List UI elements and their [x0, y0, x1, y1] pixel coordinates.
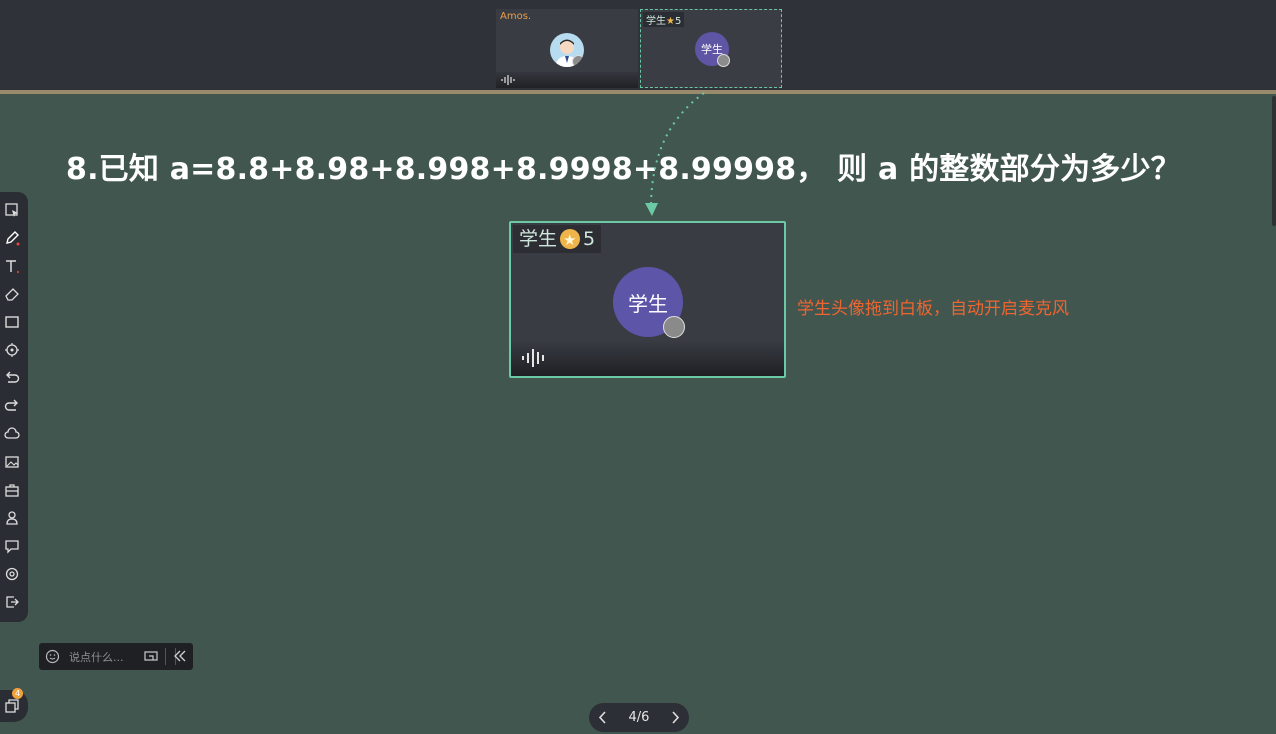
rectangle-icon[interactable]: [4, 314, 20, 330]
student-tile-stars: 5: [674, 16, 682, 27]
mic-off-icon: [663, 316, 685, 338]
audio-wave-icon: [501, 75, 515, 85]
redo-icon[interactable]: [4, 398, 20, 414]
settings-icon[interactable]: [4, 566, 20, 582]
laser-pointer-icon[interactable]: [4, 342, 20, 358]
student-tile-name-text: 学生: [646, 16, 666, 27]
toolbox-icon[interactable]: [4, 482, 20, 498]
teacher-name: Amos.: [500, 11, 532, 22]
student-card-name: 学生: [519, 228, 558, 250]
strip-divider: [0, 90, 1276, 94]
image-icon[interactable]: [4, 454, 20, 470]
divider: [165, 648, 166, 665]
student-video-placeholder[interactable]: 学生★5 学生: [640, 9, 782, 88]
annotation-text: 学生头像拖到白板，自动开启麦克风: [797, 299, 1069, 319]
chat-input-bar: 说点什么...: [39, 643, 193, 670]
scrollbar[interactable]: [1272, 96, 1276, 226]
student-avatar-large: 学生: [613, 267, 685, 338]
layers-button[interactable]: 4: [0, 688, 28, 722]
select-icon[interactable]: [4, 202, 20, 218]
card-footer: [511, 340, 784, 376]
layers-icon: [5, 699, 19, 713]
audio-wave-icon: [522, 349, 544, 367]
screen-switch-icon[interactable]: [143, 649, 159, 664]
next-page-icon[interactable]: [670, 711, 680, 724]
pen-icon[interactable]: [4, 230, 20, 246]
teacher-avatar: [550, 33, 584, 67]
star-icon: ★: [666, 16, 675, 27]
undo-icon[interactable]: [4, 370, 20, 386]
mic-off-icon: [717, 54, 730, 67]
chat-input[interactable]: 说点什么...: [69, 649, 124, 665]
emoji-icon[interactable]: [45, 649, 60, 664]
video-strip: Amos. 学生★5 学生: [0, 0, 1276, 90]
teacher-video-tile[interactable]: Amos.: [496, 9, 638, 88]
whiteboard-toolbar: [0, 192, 28, 622]
collapse-icon[interactable]: [173, 648, 187, 664]
student-card[interactable]: 学生 5 学生: [509, 221, 786, 378]
page-navigator: 4/6: [589, 703, 689, 732]
student-tile-name: 学生★5: [643, 12, 685, 27]
student-avatar-large-text: 学生: [628, 291, 668, 316]
student-card-header: 学生 5: [513, 225, 602, 254]
layers-badge: 4: [12, 688, 23, 699]
cloud-upload-icon[interactable]: [4, 426, 20, 442]
student-card-stars: 5: [583, 228, 596, 250]
tile-footer: [496, 72, 638, 88]
user-icon[interactable]: [4, 510, 20, 526]
text-icon[interactable]: [4, 258, 20, 274]
exit-icon[interactable]: [4, 594, 20, 610]
question-text: 8.已知 a=8.8+8.98+8.998+8.9998+8.99998， 则 …: [66, 152, 1181, 187]
chat-icon[interactable]: [4, 538, 20, 554]
star-icon: [560, 226, 581, 254]
mic-off-icon: [572, 55, 584, 67]
student-avatar-small: 学生: [695, 32, 730, 67]
eraser-icon[interactable]: [4, 286, 20, 302]
